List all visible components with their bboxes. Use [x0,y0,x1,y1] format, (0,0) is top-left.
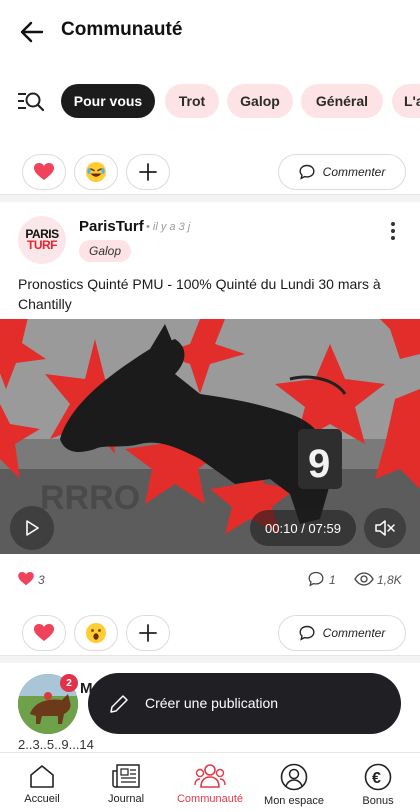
logo-text-line2: TURF [27,238,58,252]
filter-bar: Pour vous Trot Galop Général L'a [0,84,420,118]
heart-reaction-button[interactable] [22,154,66,190]
pencil-icon [110,695,128,713]
post-tag[interactable]: Galop [79,240,132,262]
reaction-row-top: Commenter [0,154,420,192]
surprised-emoji-icon [86,623,106,643]
back-arrow-icon[interactable] [18,18,46,46]
post-text: Pronostics Quinté PMU - 100% Quinté du L… [18,276,381,312]
svg-text:RRRO: RRRO [40,479,140,517]
more-options-icon[interactable] [388,220,398,242]
plus-icon [139,624,157,642]
newspaper-icon [112,764,140,788]
nav-item-accueil[interactable]: Accueil [0,763,84,812]
euro-icon: € [364,763,392,791]
views-count: 1,8K [377,573,402,587]
play-button[interactable] [10,506,54,550]
horse-racing-image: RRRO 9 [0,319,420,554]
laughing-emoji-icon [86,162,106,182]
bottom-navigation: Accueil Journal Communauté Mon espace € … [0,752,420,812]
app-header: Communauté [0,0,420,64]
create-post-button[interactable]: Créer une publication [88,673,401,734]
add-reaction-button[interactable] [126,154,170,190]
mute-button[interactable] [364,508,406,548]
surprised-reaction-button[interactable] [74,615,118,651]
nav-item-mon-espace[interactable]: Mon espace [252,763,336,812]
eye-icon [354,572,374,586]
create-post-label: Créer une publication [145,695,279,711]
comment-bubble-icon [299,164,315,180]
nav-item-bonus[interactable]: € Bonus [336,763,420,812]
post-stats: 3 1 1,8K [0,570,420,590]
post-time: • il y a 3 j [146,221,191,233]
heart-icon [18,572,34,586]
community-icon [194,764,226,788]
heart-icon [34,624,54,641]
chip-trot[interactable]: Trot [165,84,219,118]
plus-icon [139,163,157,181]
comment-button[interactable]: Commenter [278,615,406,651]
chip-galop[interactable]: Galop [227,84,293,118]
section-divider [0,194,420,202]
page-title: Communauté [61,19,183,40]
horse-number: 9 [308,442,330,486]
home-icon [30,765,54,788]
reaction-row-post: Commenter [0,615,420,653]
paristurf-logo[interactable]: PARIS TURF [18,216,66,264]
nav-label: Journal [107,793,145,805]
add-reaction-button[interactable] [126,615,170,651]
post-video[interactable]: RRRO 9 00:10 / 07:59 [0,319,420,554]
comment-button-label: Commenter [322,626,386,640]
likes-count: 3 [38,573,45,587]
comments-count: 1 [329,573,336,587]
notification-badge: 2 [60,674,78,692]
section-divider [0,655,420,663]
nav-label: Accueil [24,793,60,805]
laugh-reaction-button[interactable] [74,154,118,190]
post2-text: 2..3..5..9...14 [18,737,94,752]
speaker-muted-icon [375,520,395,536]
comment-bubble-icon [308,571,324,587]
nav-label: Mon espace [264,795,324,807]
post-author[interactable]: ParisTurf [79,218,144,235]
chip-general[interactable]: Général [301,84,383,118]
heart-reaction-button[interactable] [22,615,66,651]
video-time: 00:10 / 07:59 [250,510,356,546]
search-filter-icon[interactable] [18,90,44,112]
nav-item-journal[interactable]: Journal [84,763,168,812]
nav-label: Communauté [176,793,244,805]
heart-icon [34,163,54,180]
nav-label: Bonus [362,795,394,807]
comment-button-label: Commenter [322,165,386,179]
svg-text:€: € [372,770,381,787]
chip-next[interactable]: L'a [392,84,420,118]
nav-item-communaute[interactable]: Communauté [168,763,252,812]
comment-button[interactable]: Commenter [278,154,406,190]
comment-bubble-icon [299,625,315,641]
play-icon [26,520,39,536]
chip-pour-vous[interactable]: Pour vous [61,84,155,118]
user-icon [280,763,308,791]
post-header: PARIS TURF ParisTurf • il y a 3 j Galop [0,212,420,272]
